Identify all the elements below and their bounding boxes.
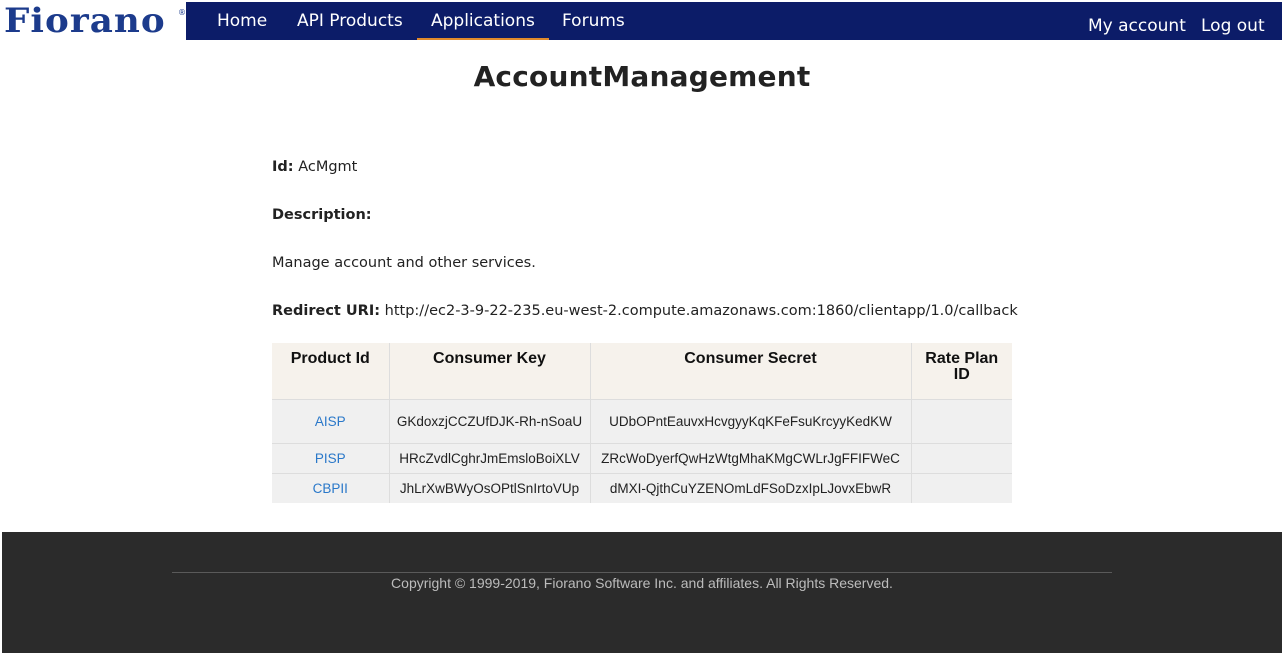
consumer-key-cell: GKdoxzjCCZUfDJK-Rh-nSoaU [389, 399, 591, 444]
header-consumer-key: Consumer Key [389, 343, 591, 400]
consumer-key-cell: JhLrXwBWyOsOPtlSnIrtoVUp [389, 473, 591, 503]
description-text: Manage account and other services. [272, 255, 536, 271]
log-out-link[interactable]: Log out [1201, 7, 1265, 45]
consumer-keys-table: Product Id Consumer Key Consumer Secret … [272, 343, 1012, 503]
nav-api-products[interactable]: API Products [297, 2, 403, 40]
id-label: Id: [272, 159, 294, 175]
logo-text: Fiorano [4, 1, 166, 41]
app-id-row: Id: AcMgmt [272, 159, 357, 175]
fiorano-logo[interactable]: Fiorano ® [4, 1, 186, 41]
redirect-uri-row: Redirect URI: http://ec2-3-9-22-235.eu-w… [272, 303, 1018, 319]
page-footer: Copyright © 1999-2019, Fiorano Software … [2, 532, 1282, 653]
top-bar: Fiorano ® Home API Products Applications… [0, 0, 1284, 42]
my-account-link[interactable]: My account [1088, 7, 1186, 45]
main-nav: Home API Products Applications Forums My… [186, 2, 1282, 40]
rate-plan-cell [911, 473, 1012, 503]
nav-home[interactable]: Home [217, 2, 267, 40]
table-header-row: Product Id Consumer Key Consumer Secret … [272, 343, 1012, 400]
product-link-cbpii[interactable]: CBPII [313, 481, 348, 496]
product-link-pisp[interactable]: PISP [315, 451, 346, 466]
footer-divider [172, 572, 1112, 573]
rate-plan-cell [911, 443, 1012, 474]
consumer-secret-cell: UDbOPntEauvxHcvgyyKqKFeFsuKrcyyKedKW [590, 399, 912, 444]
copyright-text: Copyright © 1999-2019, Fiorano Software … [391, 575, 893, 591]
description-label-row: Description: [272, 207, 372, 223]
description-label: Description: [272, 207, 372, 223]
product-link-aisp[interactable]: AISP [315, 414, 346, 429]
consumer-secret-cell: dMXI-QjthCuYZENOmLdFSoDzxIpLJovxEbwR [590, 473, 912, 503]
redirect-label: Redirect URI: [272, 303, 381, 319]
header-product-id: Product Id [272, 343, 390, 400]
header-consumer-secret: Consumer Secret [590, 343, 912, 400]
id-value: AcMgmt [298, 159, 358, 175]
rate-plan-cell [911, 399, 1012, 444]
nav-forums[interactable]: Forums [562, 2, 625, 40]
nav-applications[interactable]: Applications [417, 2, 549, 40]
consumer-secret-cell: ZRcWoDyerfQwHzWtgMhaKMgCWLrJgFFIFWeC [590, 443, 912, 474]
header-rate-plan-id: Rate Plan ID [911, 343, 1012, 400]
consumer-key-cell: HRcZvdlCghrJmEmsloBoiXLV [389, 443, 591, 474]
product-cell: PISP [272, 443, 390, 474]
registered-mark: ® [178, 8, 186, 17]
product-cell: CBPII [272, 473, 390, 503]
table-row: PISP HRcZvdlCghrJmEmsloBoiXLV ZRcWoDyerf… [272, 443, 1012, 474]
product-cell: AISP [272, 399, 390, 444]
table-row: AISP GKdoxzjCCZUfDJK-Rh-nSoaU UDbOPntEau… [272, 399, 1012, 444]
table-row: CBPII JhLrXwBWyOsOPtlSnIrtoVUp dMXI-Qjth… [272, 473, 1012, 503]
redirect-uri-value: http://ec2-3-9-22-235.eu-west-2.compute.… [384, 303, 1018, 319]
page-title: AccountManagement [473, 60, 811, 93]
